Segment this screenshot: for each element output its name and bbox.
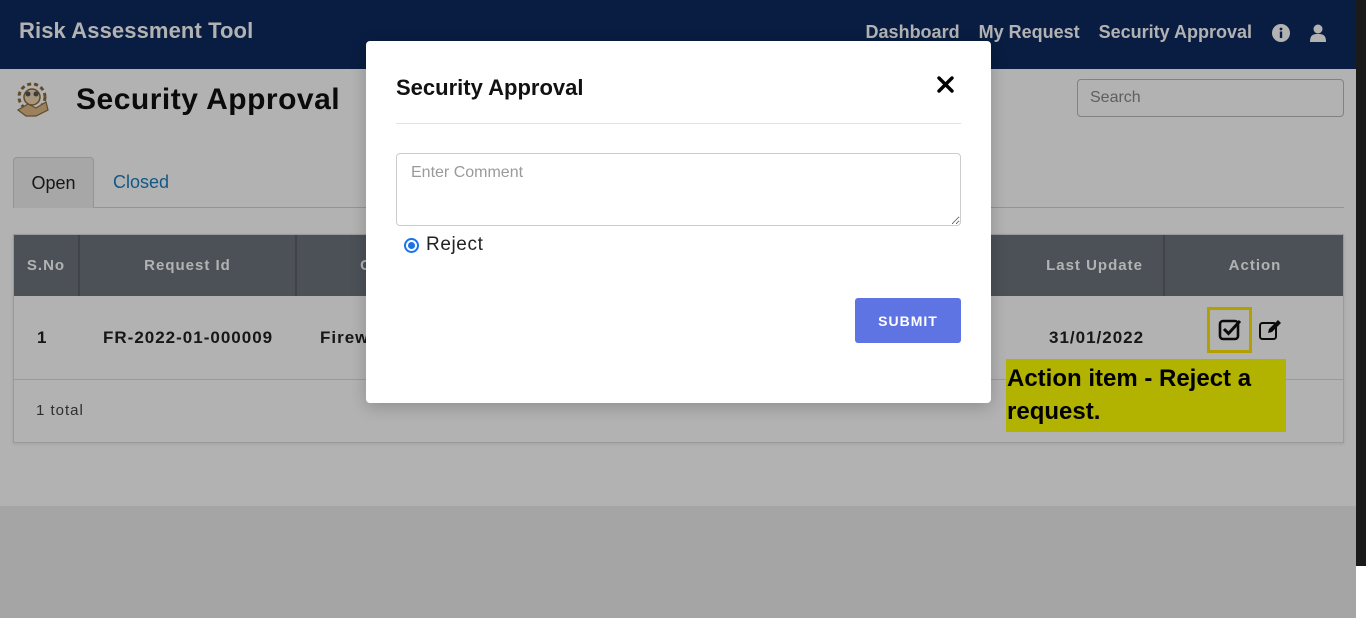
reject-radio[interactable] — [404, 237, 419, 253]
reject-label[interactable]: Reject — [426, 234, 483, 256]
comment-textarea[interactable] — [396, 153, 961, 226]
scrollbar[interactable] — [1356, 0, 1366, 566]
submit-button[interactable]: SUBMIT — [855, 298, 961, 343]
close-icon[interactable] — [937, 76, 954, 93]
radio-selected-dot — [408, 241, 415, 249]
modal-divider — [396, 123, 961, 124]
modal-title: Security Approval — [396, 75, 584, 100]
security-approval-modal: Security Approval Reject SUBMIT — [366, 41, 991, 403]
reject-option[interactable]: Reject — [404, 234, 483, 256]
